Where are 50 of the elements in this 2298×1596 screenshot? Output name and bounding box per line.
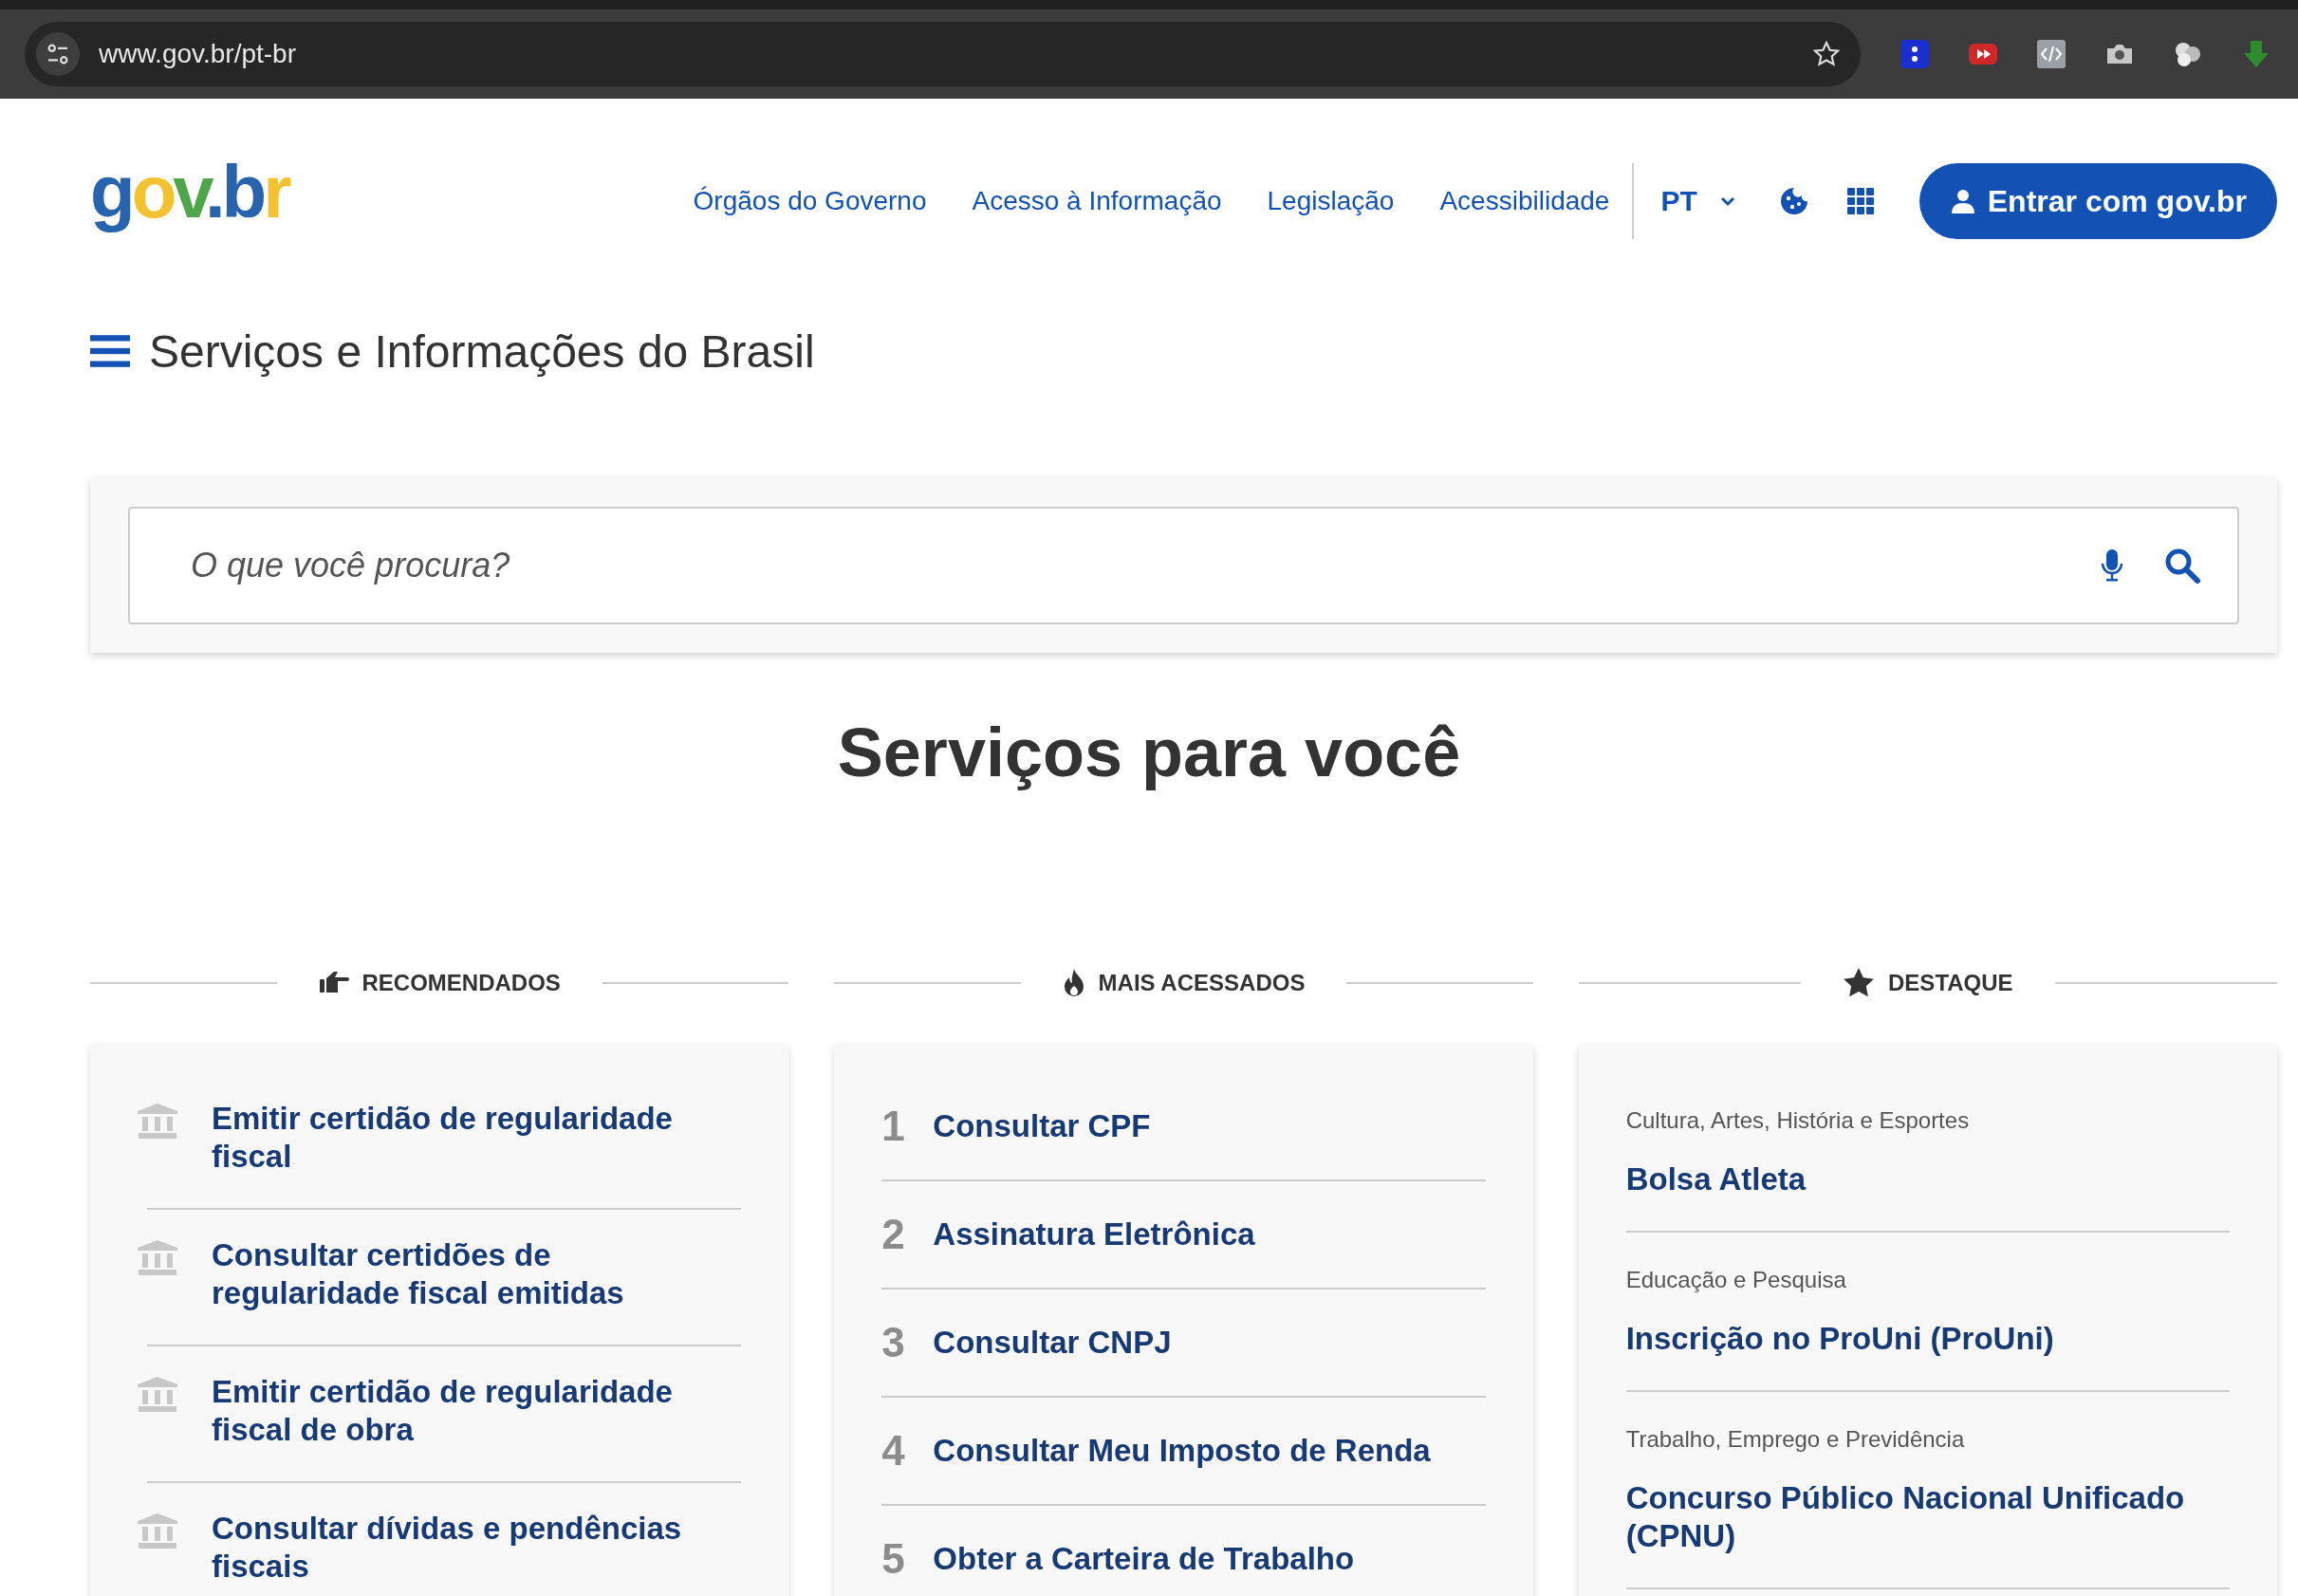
search-icon[interactable] — [2163, 547, 2201, 585]
category-label: Educação e Pesquisa — [1625, 1267, 1847, 1293]
url-text: www.gov.br/pt-br — [99, 39, 297, 69]
page-title: Serviços e Informações do Brasil — [149, 325, 815, 378]
nav-link[interactable]: Legislação — [1267, 186, 1395, 216]
rank-number: 4 — [881, 1427, 905, 1475]
service-link[interactable]: Emitir certidão de regularidade fiscal — [212, 1100, 742, 1176]
bank-building-icon — [138, 1513, 177, 1550]
service-link[interactable]: Emitir certidão de regularidade fiscal de obra — [212, 1373, 742, 1449]
extension-icon[interactable] — [1899, 38, 1931, 70]
category-label: Cultura, Artes, História e Esportes — [1625, 1107, 1971, 1134]
rank-number: 3 — [881, 1319, 905, 1366]
nav-link[interactable]: Órgãos do Governo — [693, 186, 927, 216]
apps-grid-icon[interactable] — [1844, 186, 1876, 216]
cookie-icon[interactable] — [1778, 186, 1809, 216]
section-title: RECOMENDADOS — [361, 970, 561, 996]
address-bar[interactable]: www.gov.br/pt-br — [25, 22, 1861, 86]
service-link[interactable]: Consultar CPF — [933, 1107, 1151, 1145]
service-link[interactable]: Consultar Meu Imposto de Renda — [933, 1432, 1431, 1470]
service-link[interactable]: Inscrição no ProUni (ProUni) — [1625, 1320, 2230, 1358]
bank-building-icon — [138, 1104, 177, 1140]
section-title: MAIS ACESSADOS — [1098, 970, 1306, 996]
service-link[interactable]: Concurso Público Nacional Unificado (CPNU) — [1625, 1479, 2230, 1555]
section-title: DESTAQUE — [1888, 970, 2013, 996]
bank-building-icon — [138, 1377, 177, 1413]
bank-building-icon — [138, 1240, 177, 1276]
login-button[interactable]: Entrar com gov.br — [1918, 163, 2277, 239]
service-link[interactable]: Consultar dívidas e pendências fiscais — [212, 1510, 742, 1586]
category-label: Trabalho, Emprego e Previdência — [1625, 1426, 1966, 1453]
microphone-icon[interactable] — [2101, 548, 2123, 583]
star-icon — [1843, 967, 1876, 999]
rank-number: 1 — [881, 1103, 905, 1150]
service-link[interactable]: Assinatura Eletrônica — [933, 1216, 1255, 1253]
nav-link[interactable]: Acessibilidade — [1439, 186, 1610, 216]
service-link[interactable]: Consultar CNPJ — [933, 1324, 1172, 1362]
rank-number: 2 — [881, 1211, 905, 1258]
menu-icon[interactable] — [90, 333, 130, 369]
user-icon — [1949, 188, 1976, 214]
nav-link[interactable]: Acesso à Informação — [972, 186, 1222, 216]
service-link[interactable]: Bolsa Atleta — [1625, 1160, 2230, 1198]
rank-number: 5 — [881, 1535, 905, 1583]
fire-icon — [1062, 968, 1085, 998]
search-field[interactable]: O que você procura? — [128, 507, 2239, 624]
code-icon[interactable] — [2035, 38, 2067, 70]
service-link[interactable]: Consultar certidões de regularidade fiscal emitidas — [212, 1236, 742, 1312]
gov-br-logo[interactable]: gov.br — [90, 155, 288, 248]
service-link[interactable]: Obter a Carteira de Trabalho — [933, 1540, 1355, 1578]
language-selector[interactable]: PT — [1655, 179, 1743, 223]
section-heading: Serviços para você — [836, 714, 1462, 792]
site-settings-icon[interactable] — [36, 32, 80, 76]
